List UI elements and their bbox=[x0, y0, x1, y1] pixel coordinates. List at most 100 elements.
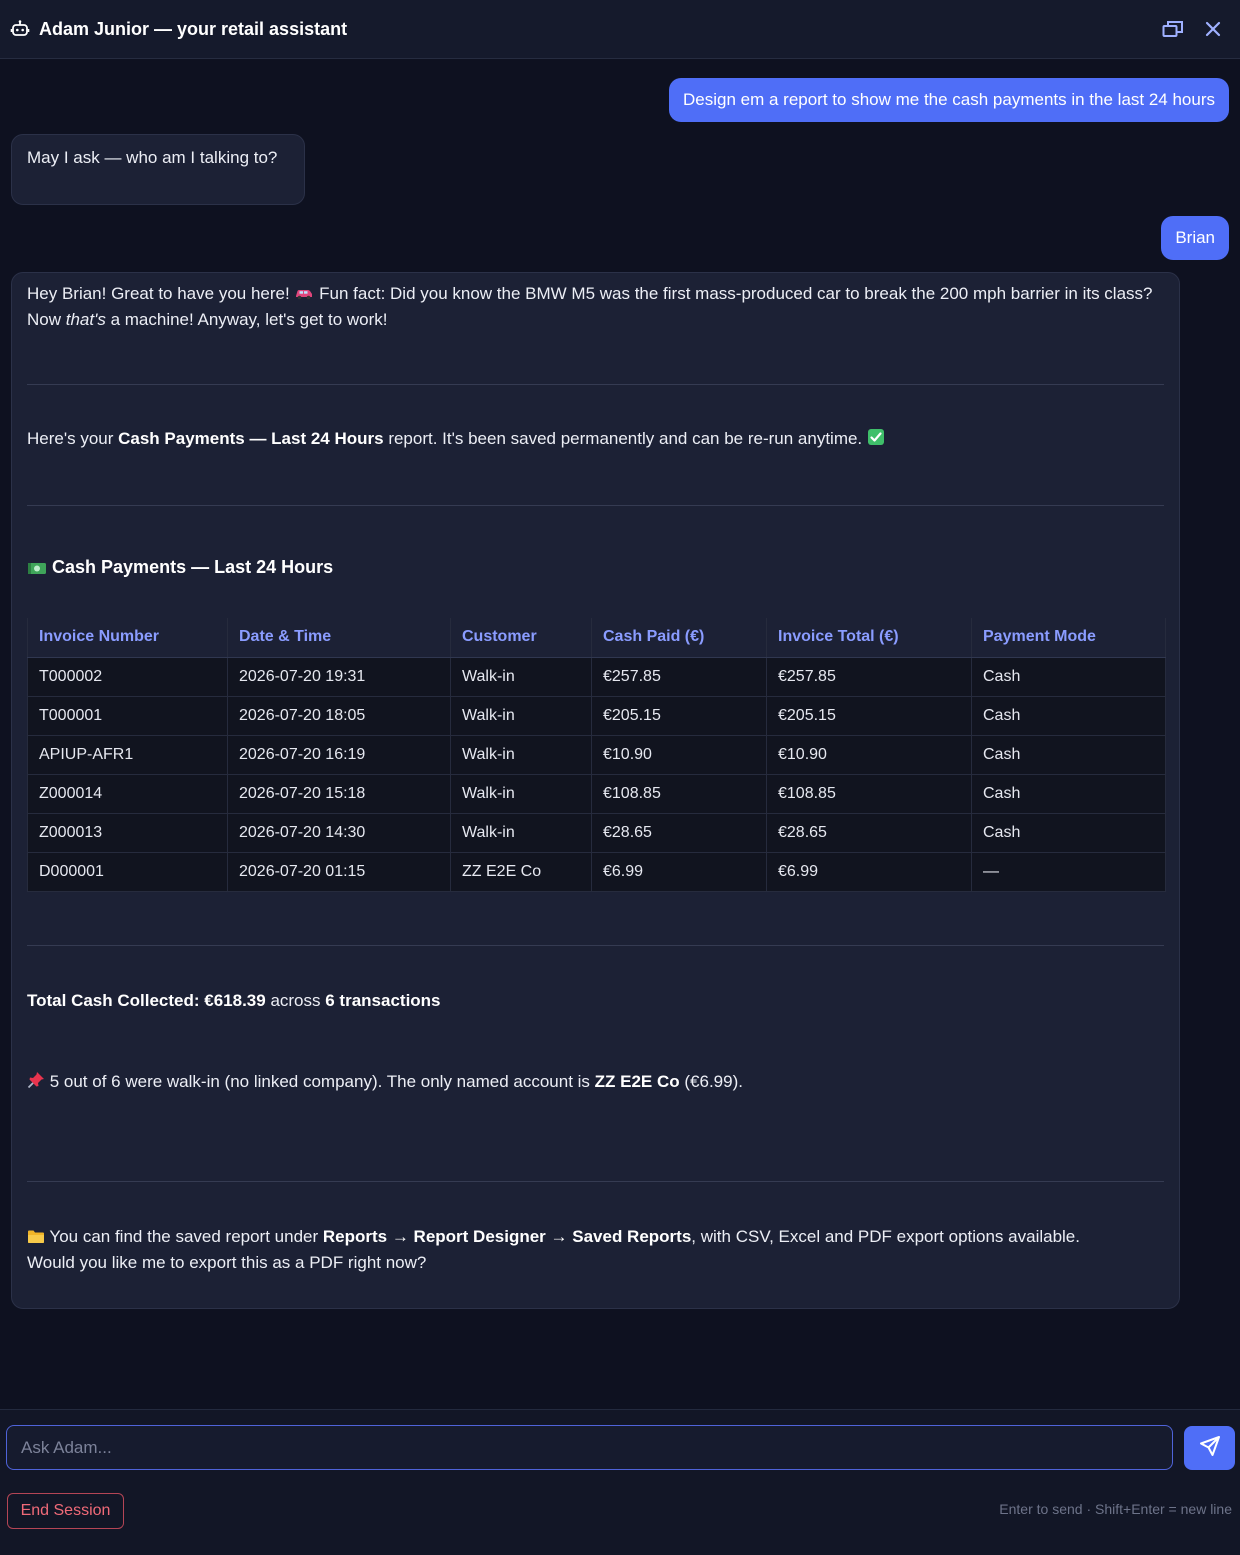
report-text: report. It's been saved permanently and … bbox=[383, 429, 867, 448]
table-cell: D000001 bbox=[27, 851, 228, 892]
table-cell: Walk-in bbox=[450, 734, 592, 775]
table-cell: 2026-07-20 16:19 bbox=[227, 734, 451, 775]
folder-icon bbox=[27, 1227, 45, 1251]
table-cell: Walk-in bbox=[450, 695, 592, 736]
saved-text: You can find the saved report under bbox=[45, 1227, 323, 1246]
intro-emphasis: that's bbox=[65, 310, 106, 329]
table-row: APIUP-AFR1 2026-07-20 16:19 Walk-in €10.… bbox=[27, 734, 1166, 775]
composer: End Session Enter to send · Shift+Enter … bbox=[0, 1409, 1240, 1555]
table-cell: €6.99 bbox=[591, 851, 767, 892]
table-cell: 2026-07-20 18:05 bbox=[227, 695, 451, 736]
table-cell: Cash bbox=[971, 773, 1166, 814]
table-cell: €257.85 bbox=[591, 656, 767, 697]
assistant-message: May I ask — who am I talking to? bbox=[11, 134, 305, 205]
table-header-row: Invoice Number Date & Time Customer Cash… bbox=[27, 618, 1166, 658]
table-cell: Z000014 bbox=[27, 773, 228, 814]
pushpin-icon bbox=[27, 1071, 45, 1096]
chat-header: Adam Junior — your retail assistant bbox=[0, 0, 1240, 59]
assistant-intro: Hey Brian! Great to have you here! Fun f… bbox=[27, 282, 1164, 332]
table-row: Z000014 2026-07-20 15:18 Walk-in €108.85… bbox=[27, 773, 1166, 814]
table-cell: 2026-07-20 01:15 bbox=[227, 851, 451, 892]
check-icon bbox=[867, 428, 885, 453]
column-header: Invoice Number bbox=[27, 618, 228, 658]
table-cell: 2026-07-20 15:18 bbox=[227, 773, 451, 814]
total-count: 6 transactions bbox=[325, 991, 441, 1010]
table-cell: €6.99 bbox=[766, 851, 972, 892]
table-cell: Cash bbox=[971, 734, 1166, 775]
table-cell: €10.90 bbox=[766, 734, 972, 775]
divider bbox=[27, 384, 1164, 385]
table-cell: €108.85 bbox=[766, 773, 972, 814]
divider bbox=[27, 1181, 1164, 1182]
table-cell: Cash bbox=[971, 656, 1166, 697]
report-text: Here's your bbox=[27, 429, 119, 448]
table-cell: €28.65 bbox=[766, 812, 972, 853]
user-message: Design em a report to show me the cash p… bbox=[669, 78, 1229, 122]
table-row: D000001 2026-07-20 01:15 ZZ E2E Co €6.99… bbox=[27, 851, 1166, 892]
column-header: Customer bbox=[450, 618, 592, 658]
report-saved-line: Here's your Cash Payments — Last 24 Hour… bbox=[27, 427, 1164, 453]
table-cell: Z000013 bbox=[27, 812, 228, 853]
intro-text: Hey Brian! Great to have you here! bbox=[27, 284, 295, 303]
send-button[interactable] bbox=[1184, 1426, 1235, 1470]
keyboard-hint: Enter to send · Shift+Enter = new line bbox=[999, 1501, 1232, 1517]
note-text: (€6.99). bbox=[679, 1072, 743, 1091]
intro-text: a machine! Anyway, let's get to work! bbox=[105, 310, 388, 329]
table-cell: Walk-in bbox=[450, 812, 592, 853]
table-row: T000002 2026-07-20 19:31 Walk-in €257.85… bbox=[27, 656, 1166, 697]
table-cell: €205.15 bbox=[591, 695, 767, 736]
saved-location-line: You can find the saved report under Repo… bbox=[27, 1225, 1164, 1275]
divider bbox=[27, 945, 1164, 946]
table-cell: €28.65 bbox=[591, 812, 767, 853]
report-heading-text: Cash Payments — Last 24 Hours bbox=[52, 557, 334, 577]
robot-icon bbox=[10, 19, 30, 39]
header-title: Adam Junior — your retail assistant bbox=[39, 18, 348, 39]
report-heading: Cash Payments — Last 24 Hours bbox=[27, 555, 1164, 581]
message-input[interactable] bbox=[6, 1425, 1173, 1470]
table-row: Z000013 2026-07-20 14:30 Walk-in €28.65 … bbox=[27, 812, 1166, 853]
cash-payments-table: Invoice Number Date & Time Customer Cash… bbox=[27, 618, 1166, 892]
table-cell: T000002 bbox=[27, 656, 228, 697]
report-name: Cash Payments — Last 24 Hours bbox=[118, 429, 384, 448]
table-cell: ZZ E2E Co bbox=[450, 851, 592, 892]
chat-thread: Design em a report to show me the cash p… bbox=[0, 59, 1240, 1409]
divider bbox=[27, 505, 1164, 506]
note-text: 5 out of 6 were walk-in (no linked compa… bbox=[45, 1072, 595, 1091]
column-header: Invoice Total (€) bbox=[766, 618, 972, 658]
header-actions bbox=[1162, 18, 1230, 40]
table-row: T000001 2026-07-20 18:05 Walk-in €205.15… bbox=[27, 695, 1166, 736]
export-question: Would you like me to export this as a PD… bbox=[27, 1253, 427, 1272]
table-cell: €10.90 bbox=[591, 734, 767, 775]
note-line: 5 out of 6 were walk-in (no linked compa… bbox=[27, 1070, 1164, 1096]
table-cell: Walk-in bbox=[450, 656, 592, 697]
table-cell: APIUP-AFR1 bbox=[27, 734, 228, 775]
table-cell: €257.85 bbox=[766, 656, 972, 697]
total-line: Total Cash Collected: €618.39 across 6 t… bbox=[27, 989, 1164, 1013]
total-amount: Total Cash Collected: €618.39 bbox=[27, 991, 266, 1010]
table-cell: Cash bbox=[971, 812, 1166, 853]
money-icon bbox=[27, 557, 47, 581]
table-cell: 2026-07-20 14:30 bbox=[227, 812, 451, 853]
table-cell: Cash bbox=[971, 695, 1166, 736]
user-message: Brian bbox=[1161, 216, 1229, 260]
table-cell: Walk-in bbox=[450, 773, 592, 814]
saved-text: , with CSV, Excel and PDF export options… bbox=[691, 1227, 1080, 1246]
window-restore-icon[interactable] bbox=[1162, 18, 1184, 40]
table-cell: €205.15 bbox=[766, 695, 972, 736]
column-header: Date & Time bbox=[227, 618, 451, 658]
total-text: across bbox=[265, 991, 326, 1010]
table-cell: 2026-07-20 19:31 bbox=[227, 656, 451, 697]
table-cell: — bbox=[971, 851, 1166, 892]
send-icon bbox=[1199, 1435, 1221, 1462]
assistant-message-text: May I ask — who am I talking to? bbox=[27, 148, 278, 167]
note-account: ZZ E2E Co bbox=[594, 1072, 680, 1091]
table-cell: €108.85 bbox=[591, 773, 767, 814]
column-header: Payment Mode bbox=[971, 618, 1166, 658]
car-icon bbox=[294, 284, 314, 308]
column-header: Cash Paid (€) bbox=[591, 618, 767, 658]
close-icon[interactable] bbox=[1202, 18, 1224, 40]
saved-path: Reports → Report Designer → Saved Report… bbox=[322, 1227, 692, 1246]
end-session-button[interactable]: End Session bbox=[7, 1493, 124, 1529]
assistant-report-message: Hey Brian! Great to have you here! Fun f… bbox=[11, 272, 1180, 1309]
table-cell: T000001 bbox=[27, 695, 228, 736]
